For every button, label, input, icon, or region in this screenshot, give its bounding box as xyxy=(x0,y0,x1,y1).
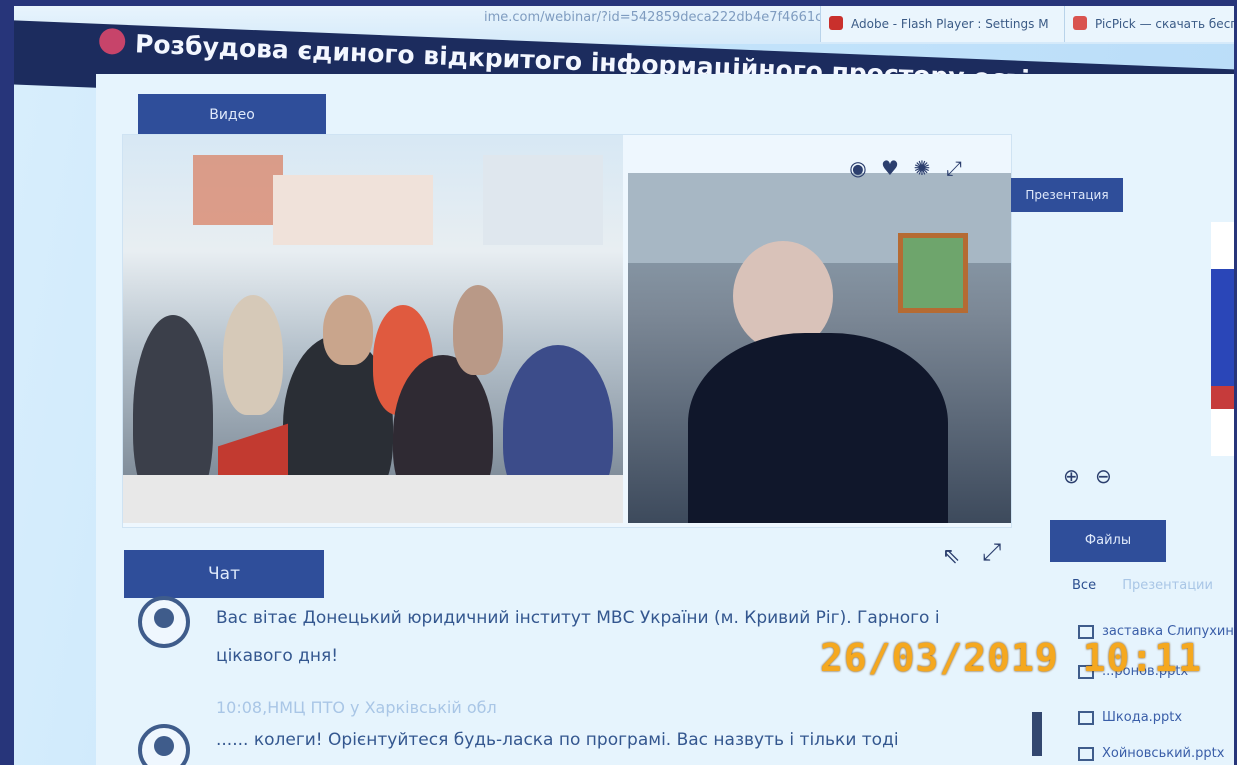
microphone-icon[interactable]: ♥ xyxy=(879,157,901,179)
browser-tab-picpick[interactable]: PicPick — скачать бесплатно xyxy=(1064,6,1234,42)
file-name: Хойновський.pptx xyxy=(1102,746,1225,761)
zoom-out-icon[interactable]: ⊖ xyxy=(1095,464,1112,488)
picpick-icon xyxy=(1073,16,1087,30)
zoom-in-icon[interactable]: ⊕ xyxy=(1063,464,1080,488)
file-name: Шкода.pptx xyxy=(1102,710,1183,725)
tab-video[interactable]: Видео xyxy=(138,94,326,136)
filter-all[interactable]: Все xyxy=(1072,578,1096,593)
chat-scrollbar[interactable] xyxy=(1032,712,1042,756)
video-feed-audience xyxy=(123,135,623,523)
tab-presentation[interactable]: Презентация xyxy=(1011,178,1123,212)
chat-message-line: ...... колеги! Орієнтуйтеся будь-ласка п… xyxy=(216,730,899,750)
expand-icon[interactable]: ⤢ xyxy=(943,157,965,179)
file-item[interactable]: Хойновський.pptx xyxy=(1078,746,1224,761)
presentation-slide-thumbnail[interactable] xyxy=(1211,222,1234,456)
avatar xyxy=(138,596,190,648)
file-icon xyxy=(1078,710,1094,725)
record-indicator-icon xyxy=(98,27,126,55)
settings-gear-icon[interactable]: ✺ xyxy=(911,157,933,179)
video-panel: ◉ ♥ ✺ ⤢ xyxy=(122,134,1012,528)
files-filter-bar: Все Презентации Д xyxy=(1072,578,1234,593)
video-controls: ◉ ♥ ✺ ⤢ xyxy=(847,157,975,179)
tab-files[interactable]: Файлы xyxy=(1050,520,1166,562)
video-feed-speaker xyxy=(628,173,1011,523)
webcam-icon[interactable]: ◉ xyxy=(847,157,869,179)
file-item[interactable]: Шкода.pptx xyxy=(1078,710,1182,725)
tab-label: Adobe - Flash Player : Settings M xyxy=(851,17,1049,31)
tab-label: PicPick — скачать бесплатно xyxy=(1095,17,1234,31)
presentation-panel: Презентация ⊕ ⊖ xyxy=(1011,178,1234,508)
camera-timestamp: 26/03/2019 10:11 xyxy=(820,636,1203,680)
avatar xyxy=(138,724,190,765)
chat-message-meta: 10:08,НМЦ ПТО у Харківській обл xyxy=(216,698,497,717)
chat-message-line: цікавого дня! xyxy=(216,646,339,666)
filter-presentations[interactable]: Презентации xyxy=(1122,578,1213,593)
chat-message-line: Вас вітає Донецький юридичний інститут М… xyxy=(216,608,940,628)
file-icon xyxy=(1078,746,1094,761)
adobe-icon xyxy=(829,16,843,30)
browser-tab-flash-settings[interactable]: Adobe - Flash Player : Settings M × xyxy=(820,6,1088,42)
